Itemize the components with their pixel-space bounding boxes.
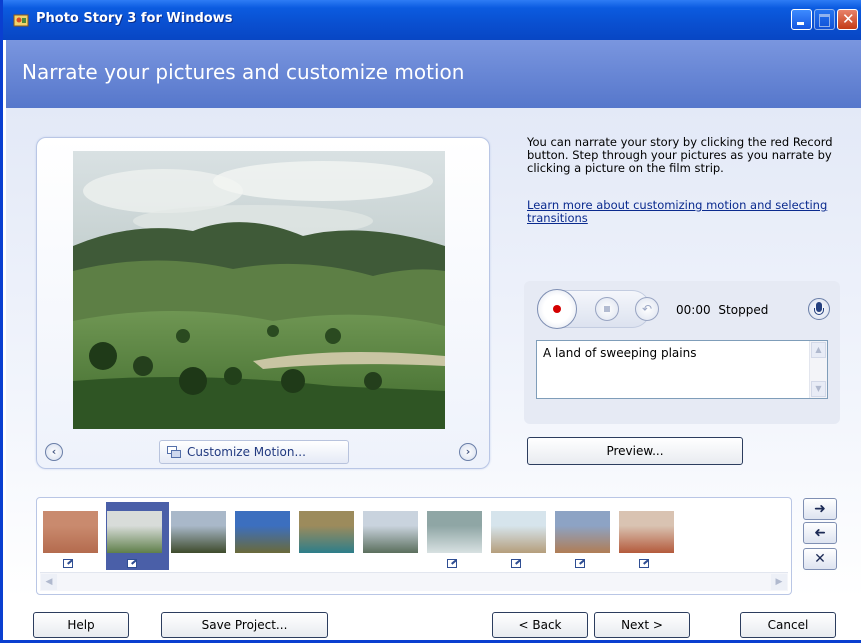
edit-picture-icon[interactable] [639, 559, 649, 568]
filmstrip-thumbnail[interactable] [106, 510, 163, 554]
instructions-text: You can narrate your story by clicking t… [527, 135, 833, 175]
narration-scrollbar[interactable]: ▲ ▼ [809, 341, 827, 398]
customize-motion-label: Customize Motion... [187, 445, 306, 459]
minimize-icon [797, 22, 804, 25]
move-left-button[interactable]: ➜ [803, 522, 837, 544]
recording-status: 00:00 Stopped [676, 303, 768, 317]
recording-state: Stopped [718, 303, 769, 317]
remove-picture-button[interactable]: ✕ [803, 548, 837, 570]
footer-bar: Help Save Project... < Back Next > Cance… [6, 598, 861, 640]
scroll-right-button[interactable]: ▶ [771, 574, 787, 590]
maximize-icon [819, 14, 830, 27]
main-content: ‹ › Customize Motion... You can narrate … [6, 108, 861, 598]
learn-more-link[interactable]: Learn more about customizing motion and … [527, 199, 837, 225]
back-button[interactable]: < Back [492, 612, 588, 638]
scroll-left-button[interactable]: ◀ [41, 574, 57, 590]
photo-story-app-icon [13, 14, 29, 27]
app-window: Photo Story 3 for Windows ✕ Narrate your… [0, 0, 861, 643]
scroll-down-button[interactable]: ▼ [811, 381, 826, 397]
recording-time: 00:00 [676, 303, 711, 317]
preview-panel: ‹ › Customize Motion... [36, 137, 490, 469]
page-title: Narrate your pictures and customize moti… [22, 60, 465, 84]
save-project-button[interactable]: Save Project... [161, 612, 328, 638]
edit-picture-icon[interactable] [63, 559, 73, 568]
customize-motion-button[interactable]: Customize Motion... [159, 440, 349, 464]
help-button[interactable]: Help [33, 612, 129, 638]
preview-button[interactable]: Preview... [527, 437, 743, 465]
filmstrip-scrollbar[interactable]: ◀ ▶ [40, 572, 788, 591]
edit-picture-icon[interactable] [127, 559, 137, 568]
edit-picture-icon[interactable] [447, 559, 457, 568]
stop-button[interactable] [595, 297, 619, 321]
preview-image [73, 151, 445, 429]
close-icon: ✕ [842, 10, 855, 28]
filmstrip-thumbnail[interactable] [554, 510, 611, 554]
microphone-stand [814, 308, 824, 315]
filmstrip-thumbnail[interactable] [170, 510, 227, 554]
window-title: Photo Story 3 for Windows [36, 11, 233, 26]
filmstrip-thumbnail[interactable] [234, 510, 291, 554]
filmstrip-thumbnail[interactable] [298, 510, 355, 554]
stop-icon [604, 306, 610, 312]
page-header: Narrate your pictures and customize moti… [6, 40, 861, 108]
arrow-right-icon: ➜ [814, 501, 826, 517]
record-icon [553, 305, 561, 313]
undo-icon: ↶ [641, 302, 653, 316]
previous-picture-button[interactable]: ‹ [45, 443, 63, 461]
filmstrip-thumbnail[interactable] [490, 510, 547, 554]
cancel-button[interactable]: Cancel [740, 612, 836, 638]
chevron-right-icon: › [465, 445, 471, 458]
microphone-button[interactable] [808, 298, 830, 320]
next-picture-button[interactable]: › [459, 443, 477, 461]
narration-text[interactable]: A land of sweeping plains [543, 346, 696, 360]
move-right-button[interactable]: ➜ [803, 498, 837, 520]
chevron-left-icon: ‹ [51, 445, 57, 458]
undo-button[interactable]: ↶ [635, 297, 659, 321]
maximize-button[interactable] [814, 9, 835, 30]
next-button[interactable]: Next > [594, 612, 690, 638]
customize-motion-icon [167, 446, 181, 458]
minimize-button[interactable] [791, 9, 812, 30]
filmstrip-thumbnail[interactable] [362, 510, 419, 554]
record-button[interactable] [537, 289, 577, 329]
landscape-image [73, 151, 445, 429]
edit-picture-icon[interactable] [575, 559, 585, 568]
edit-picture-icon[interactable] [511, 559, 521, 568]
arrow-left-icon: ➜ [814, 525, 826, 541]
scroll-up-button[interactable]: ▲ [811, 342, 826, 358]
filmstrip-thumbnail[interactable] [42, 510, 99, 554]
filmstrip-thumbnail[interactable] [426, 510, 483, 554]
title-bar[interactable]: Photo Story 3 for Windows ✕ [3, 0, 861, 40]
narration-panel: ↶ 00:00 Stopped A land of sweeping plain… [524, 281, 840, 424]
film-strip: ◀ ▶ [36, 497, 792, 595]
delete-x-icon: ✕ [814, 551, 826, 567]
filmstrip-thumbnail[interactable] [618, 510, 675, 554]
close-button[interactable]: ✕ [837, 9, 858, 30]
narration-textbox[interactable]: A land of sweeping plains ▲ ▼ [536, 340, 828, 399]
